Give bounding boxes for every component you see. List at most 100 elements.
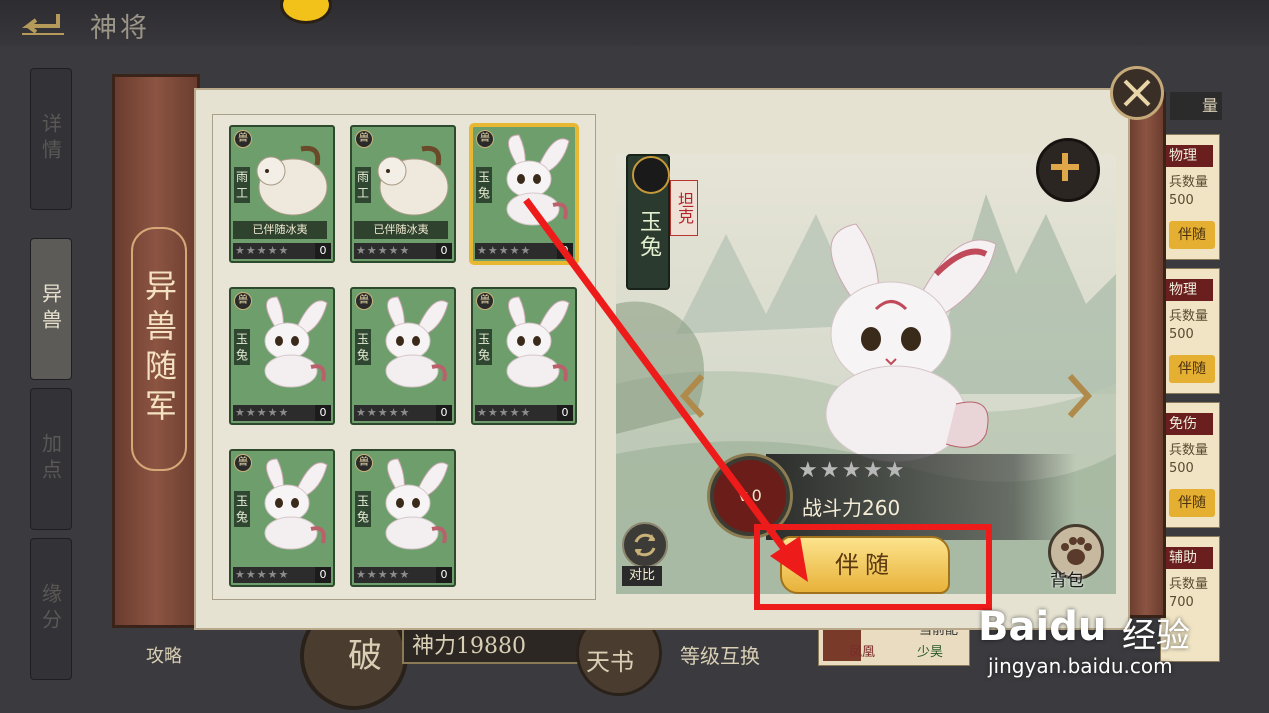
bag-label: 背包	[1050, 571, 1084, 591]
tab-beasts-label: 异兽	[38, 283, 63, 335]
troop-count-label: 兵数量	[1169, 175, 1209, 190]
card-stars: ★★★★★	[475, 243, 559, 259]
beast-category-badge: 兽	[234, 130, 252, 148]
power-value: 神力19880	[412, 634, 526, 659]
prev-arrow-icon[interactable]	[678, 372, 708, 420]
troop-type: 物理	[1163, 145, 1213, 167]
troop-type: 辅助	[1163, 547, 1213, 569]
phoenix-label: 凤凰	[849, 645, 876, 660]
troop-count-label: 兵数量	[1169, 577, 1209, 592]
card-level: 0	[436, 567, 452, 583]
level-swap-button[interactable]: 等级互换	[680, 640, 760, 669]
card-level: 0	[436, 243, 452, 259]
next-arrow-icon[interactable]	[1064, 372, 1094, 420]
tab-fate-label: 缘分	[38, 583, 63, 635]
guide-button[interactable]: 攻略	[146, 642, 182, 668]
sheep-icon	[377, 145, 449, 216]
card-stars: ★★★★★	[233, 405, 317, 421]
beast-card-name: 玉兔	[355, 329, 371, 365]
follow-status: 已伴随冰夷	[354, 221, 448, 239]
currency-icon[interactable]	[280, 0, 332, 24]
card-stars: ★★★★★	[354, 567, 438, 583]
follow-status: 已伴随冰夷	[233, 221, 327, 239]
troop-card[interactable]: 物理 兵数量 500 伴随	[1160, 134, 1220, 260]
scroll-left-roller: 异兽随军	[112, 74, 200, 628]
beast-card[interactable]: 兽玉兔 ★★★★★ 0	[350, 287, 456, 425]
card-level: 0	[557, 243, 573, 259]
bag-button[interactable]: 背包	[1044, 524, 1104, 594]
troop-follow-button[interactable]: 伴随	[1169, 221, 1215, 249]
troop-card[interactable]: 物理 兵数量 500 伴随	[1160, 268, 1220, 394]
card-level: 0	[315, 405, 331, 421]
back-arrow-icon[interactable]	[18, 10, 68, 36]
rabbit-icon	[264, 296, 328, 388]
beast-category-badge: 兽	[234, 454, 252, 472]
compare-button[interactable]: 对比	[618, 522, 668, 588]
beast-card[interactable]: 兽雨工 已伴随冰夷 ★★★★★ 0	[229, 125, 335, 263]
beast-name: 玉兔	[636, 210, 661, 260]
beast-card-name: 玉兔	[476, 329, 492, 365]
card-stars: ★★★★★	[354, 243, 438, 259]
beast-card[interactable]: 兽玉兔 ★★★★★ 0	[471, 287, 577, 425]
rabbit-icon	[264, 458, 328, 550]
page-title: 神将	[90, 13, 150, 44]
rabbit-icon	[385, 296, 449, 388]
sheep-icon	[256, 145, 328, 216]
troop-follow-button[interactable]: 伴随	[1169, 489, 1215, 517]
beast-card-name: 玉兔	[355, 491, 371, 527]
card-level: 0	[557, 405, 573, 421]
card-level: 0	[315, 243, 331, 259]
highlight-box	[754, 524, 992, 610]
dragon-emblem-icon	[632, 156, 670, 194]
troop-card[interactable]: 免伤 兵数量 500 伴随	[1160, 402, 1220, 528]
troop-count-label: 兵数量	[1169, 309, 1209, 324]
beast-card-name: 雨工	[234, 167, 250, 203]
troop-type: 免伤	[1163, 413, 1213, 435]
role-tag: 坦克	[670, 180, 698, 236]
beast-card[interactable]: 兽玉兔 ★★★★★ 0	[471, 125, 577, 263]
scroll-title: 异兽随军	[140, 269, 178, 429]
tab-details[interactable]: 详情	[30, 68, 72, 210]
beast-category-badge: 兽	[355, 454, 373, 472]
tab-beasts[interactable]: 异兽	[30, 238, 72, 380]
top-bar: 神将	[0, 0, 1269, 46]
watermark-url: jingyan.baidu.com	[988, 654, 1173, 678]
tianshu-button[interactable]: 天书	[586, 642, 634, 677]
beast-card[interactable]: 兽玉兔 ★★★★★ 0	[350, 449, 456, 587]
beast-category-badge: 兽	[355, 292, 373, 310]
card-level: 0	[315, 567, 331, 583]
beast-card[interactable]: 兽雨工已伴随冰夷 ★★★★★ 0	[350, 125, 456, 263]
beast-card-name: 玉兔	[476, 167, 492, 203]
refresh-icon	[622, 522, 668, 568]
compare-label: 对比	[622, 566, 662, 586]
tab-points[interactable]: 加点	[30, 388, 72, 530]
rabbit-icon	[506, 296, 570, 388]
troop-follow-button[interactable]: 伴随	[1169, 355, 1215, 383]
watermark-brand: Baidu	[978, 604, 1107, 650]
beast-category-badge: 兽	[355, 130, 373, 148]
jade-rabbit-portrait	[825, 223, 997, 463]
troop-type: 物理	[1163, 279, 1213, 301]
close-icon[interactable]	[1110, 66, 1164, 120]
baidu-watermark: Baidu 经验 jingyan.baidu.com	[972, 600, 1262, 680]
beast-card-name: 雨工	[355, 167, 371, 203]
card-stars: ★★★★★	[233, 567, 317, 583]
rabbit-icon	[506, 134, 570, 226]
troop-count-label: 兵数量	[1169, 443, 1209, 458]
troop-count: 500	[1169, 327, 1194, 342]
tab-fate[interactable]: 缘分	[30, 538, 72, 680]
beast-grid: 兽雨工 已伴随冰夷 ★★★★★ 0 兽雨工 已伴随冰夷 ★★★★★ 0 兽玉兔 ★★★★★ 0 兽玉兔…	[212, 114, 596, 600]
bottom-bar: 攻略 破 神力19880 天书 等级互换	[140, 602, 800, 710]
card-stars: ★★★★★	[354, 405, 438, 421]
shaohao-label: 少昊	[917, 645, 944, 660]
beast-card[interactable]: 兽玉兔 ★★★★★ 0	[229, 287, 335, 425]
troop-count: 500	[1169, 193, 1194, 208]
beast-category-badge: 兽	[476, 130, 494, 148]
beast-card[interactable]: 兽玉兔 ★★★★★ 0	[229, 449, 335, 587]
rabbit-icon	[385, 458, 449, 550]
beast-category-badge: 兽	[476, 292, 494, 310]
card-stars: ★★★★★	[475, 405, 559, 421]
add-icon[interactable]	[1036, 138, 1100, 202]
scroll-title-frame: 异兽随军	[131, 227, 187, 471]
break-button[interactable]: 破	[348, 628, 382, 677]
